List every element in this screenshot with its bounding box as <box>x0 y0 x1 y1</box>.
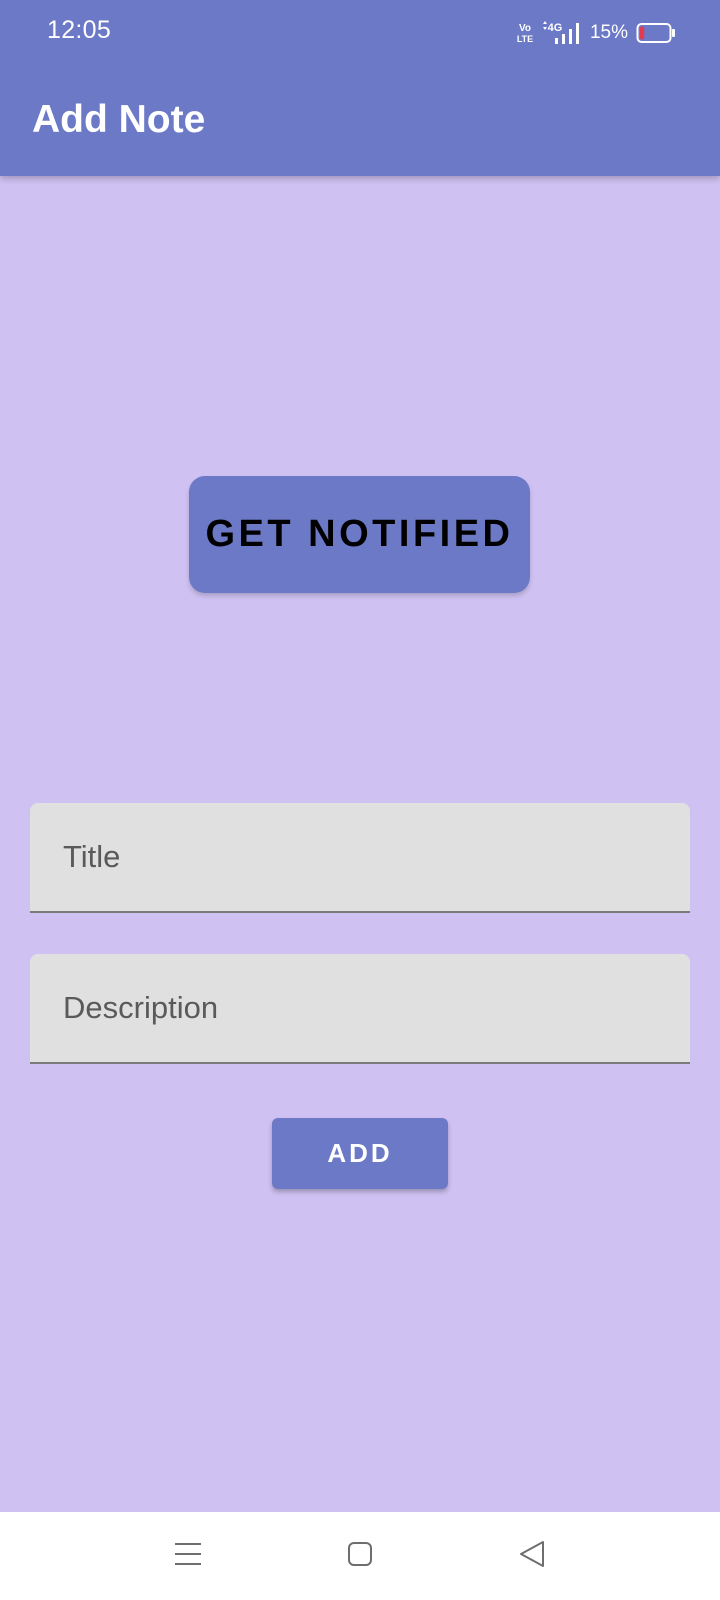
title-input[interactable] <box>30 803 690 911</box>
back-icon <box>519 1540 545 1573</box>
title-field[interactable] <box>30 803 690 913</box>
page-title: Add Note <box>32 98 206 141</box>
svg-text:4G: 4G <box>548 22 563 34</box>
svg-text:LTE: LTE <box>517 34 533 44</box>
get-notified-button[interactable]: GET NOTIFIED <box>189 476 530 593</box>
nav-home-button[interactable] <box>330 1526 390 1586</box>
home-icon <box>347 1541 373 1572</box>
menu-icon <box>174 1541 202 1572</box>
battery-icon <box>636 22 676 44</box>
status-icons: Vo LTE 4G 15% <box>516 18 676 48</box>
nav-menu-button[interactable] <box>158 1526 218 1586</box>
svg-text:Vo: Vo <box>519 23 531 34</box>
description-field[interactable] <box>30 954 690 1064</box>
nav-back-button[interactable] <box>502 1526 562 1586</box>
app-top-bar: 12:05 Vo LTE 4G 15% Add Note <box>0 0 720 176</box>
add-button[interactable]: ADD <box>272 1118 448 1189</box>
signal-4g-icon: 4G <box>542 20 582 46</box>
volte-icon: Vo LTE <box>516 21 534 45</box>
description-input[interactable] <box>30 954 690 1062</box>
status-time: 12:05 <box>47 16 112 44</box>
battery-percent: 15% <box>589 22 628 43</box>
navigation-bar <box>0 1512 720 1600</box>
